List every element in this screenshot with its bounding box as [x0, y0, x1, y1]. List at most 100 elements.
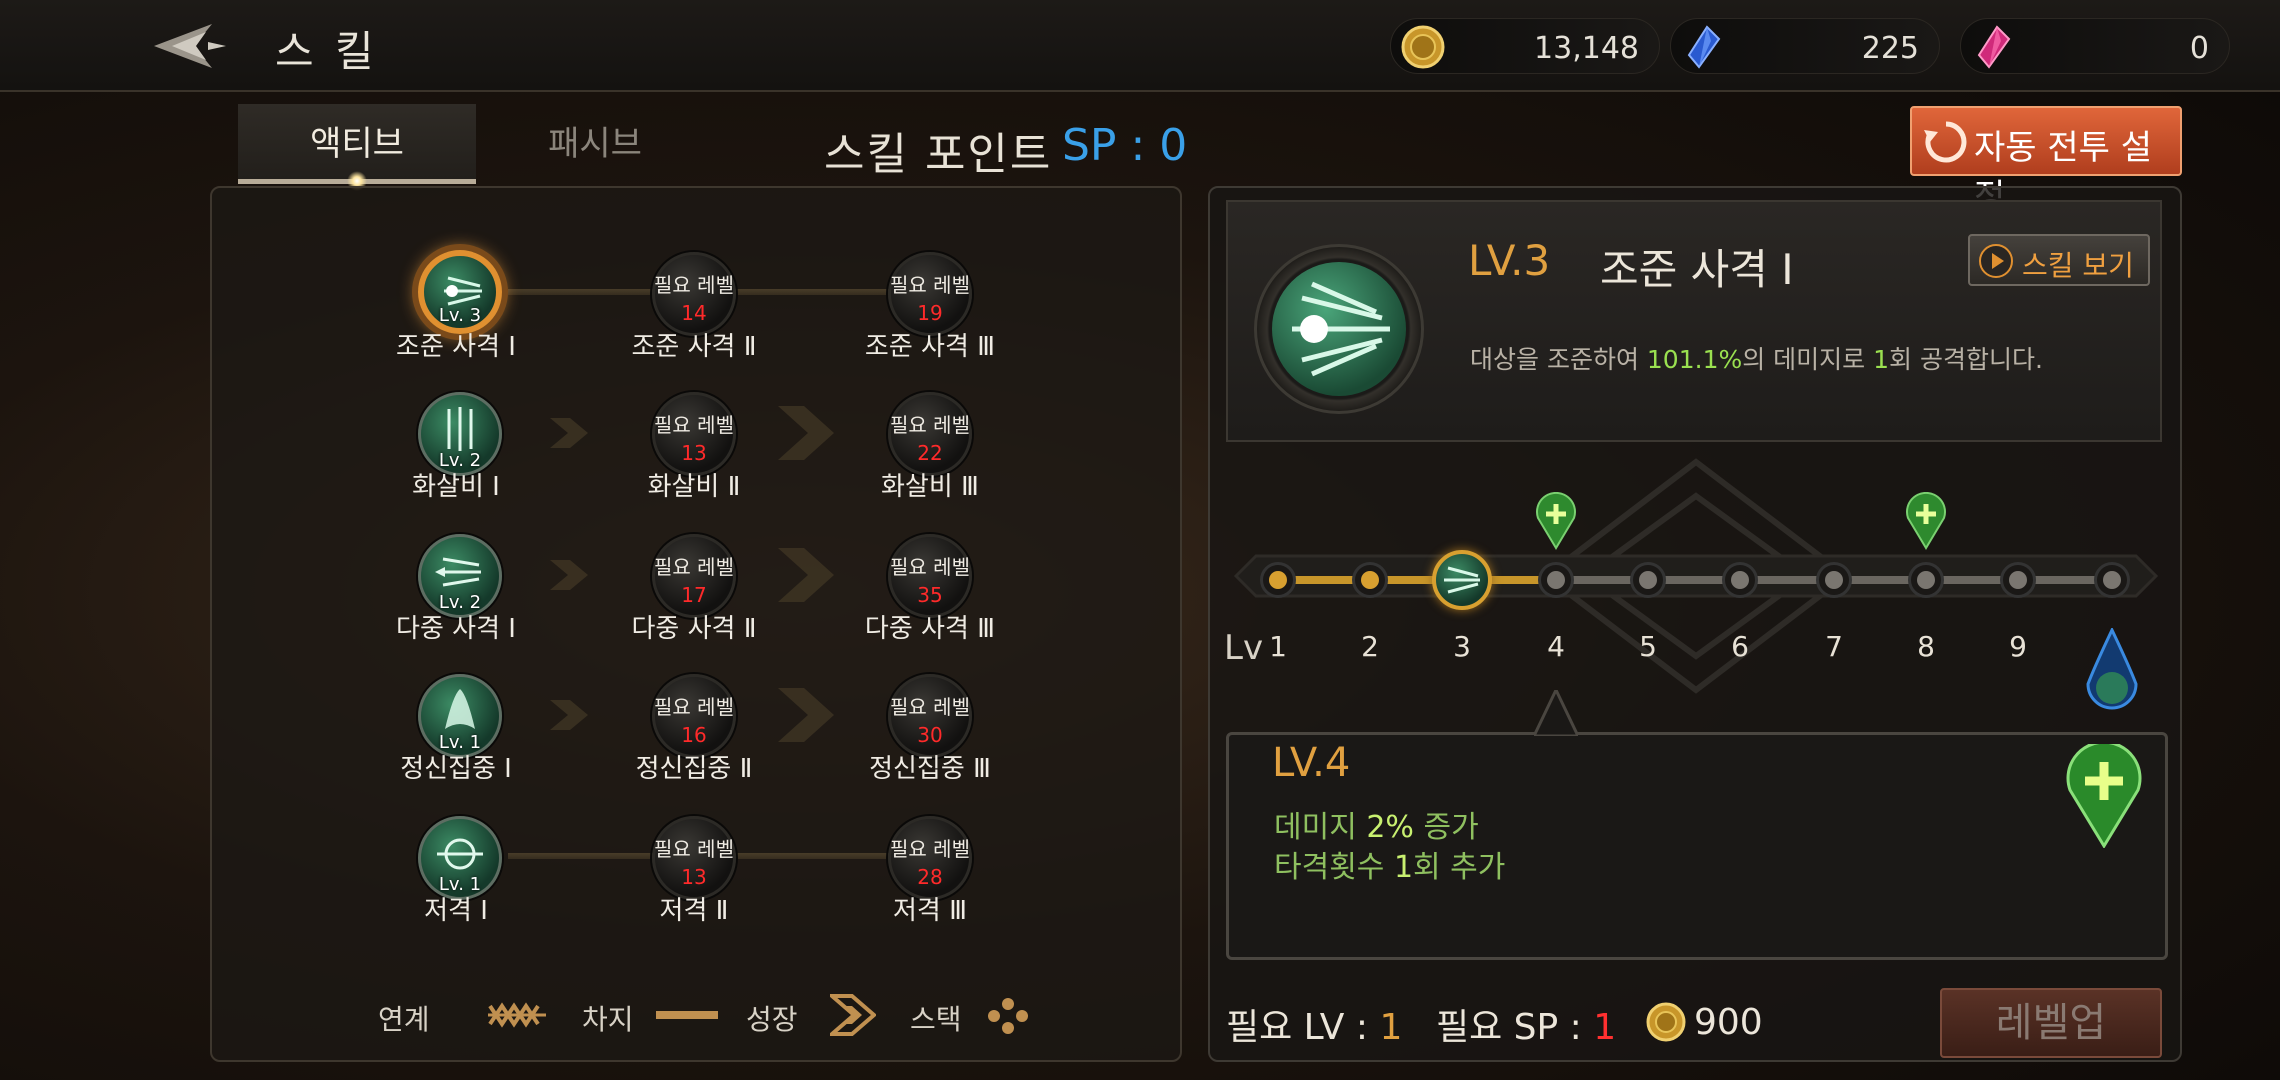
required-level: 필요 레벨 22: [871, 411, 989, 467]
skill-name: 저격 Ⅰ: [424, 896, 488, 926]
gold-coin-icon: [1646, 1002, 1686, 1042]
required-level-label: 필요 레벨: [654, 413, 734, 437]
required-sp-label: 필요 SP :: [1436, 1007, 1594, 1048]
view-skill-button[interactable]: 스킬 보기: [1968, 234, 2150, 286]
auto-battle-settings-button[interactable]: 자동 전투 설정: [1910, 106, 2182, 217]
desc-prefix: 대상을 조준하여: [1470, 345, 1647, 374]
skill-name: 다중 사격 Ⅰ: [396, 614, 516, 644]
skill-name: 정신집중 Ⅰ: [400, 754, 512, 784]
required-level-number: 13: [681, 441, 707, 465]
required-level-label: 필요 레벨: [654, 695, 734, 719]
level-dot-9[interactable]: [2000, 562, 2036, 598]
skill-node-multi-shot-3[interactable]: 필요 레벨 35: [888, 534, 972, 618]
level-up-button[interactable]: 레벨업: [1940, 988, 2162, 1058]
required-level: 필요 레벨 14: [635, 271, 753, 327]
level-number-9: 9: [2009, 630, 2027, 663]
required-level-number: 14: [681, 301, 707, 325]
skill-name: 조준 사격 Ⅱ: [631, 332, 757, 362]
required-level-number: 35: [917, 583, 943, 607]
skill-node-arrow-rain-2[interactable]: 필요 레벨 13: [652, 392, 736, 476]
skill-name: 조준 사격 Ⅲ: [864, 332, 996, 362]
level-dot-1[interactable]: [1260, 562, 1296, 598]
required-level-number: 28: [917, 865, 943, 889]
skill-node-snipe-1[interactable]: Lv. 1: [418, 816, 502, 900]
arrow-burst-icon: [1444, 566, 1480, 594]
bonus-pin-level-4-icon: [1536, 492, 1576, 550]
arrow-burst-icon: [1292, 281, 1390, 377]
desc-count: 1: [1873, 345, 1890, 374]
gold-amount: 13,148: [1534, 31, 1639, 66]
required-level-label: 필요 레벨: [890, 413, 970, 437]
level-dot-2[interactable]: [1352, 562, 1388, 598]
skill-node-aimed-shot-3[interactable]: 필요 레벨 19: [888, 252, 972, 336]
level-dot-8[interactable]: [1908, 562, 1944, 598]
level-number-5: 5: [1639, 630, 1657, 663]
required-level-number: 22: [917, 441, 943, 465]
skill-node-multi-shot-2[interactable]: 필요 레벨 17: [652, 534, 736, 618]
skill-node-concentration-3[interactable]: 필요 레벨 30: [888, 674, 972, 758]
skill-description: 대상을 조준하여 101.1%의 데미지로 1회 공격합니다.: [1470, 340, 2043, 376]
bonus-1-prefix: 데미지: [1274, 810, 1367, 845]
back-button[interactable]: [150, 18, 230, 74]
bonus-1-number: 2%: [1366, 810, 1414, 845]
skill-node-aimed-shot-1[interactable]: Lv. 3: [418, 250, 502, 334]
required-level: 필요 레벨 13: [635, 835, 753, 891]
next-level-bonus-2: 타격횟수 1회 추가: [1274, 842, 1505, 886]
level-dot-7[interactable]: [1816, 562, 1852, 598]
skill-node-concentration-1[interactable]: Lv. 1: [418, 674, 502, 758]
skill-node-arrow-rain-3[interactable]: 필요 레벨 22: [888, 392, 972, 476]
pointer-notch: [1534, 690, 1578, 736]
tab-passive-skills[interactable]: 패시브: [476, 104, 714, 184]
growth-arrow-small-row-4: [550, 700, 588, 730]
skill-level-label: Lv. 3: [438, 305, 482, 326]
tab-active-skills[interactable]: 액티브: [238, 104, 476, 191]
selected-skill-name: 조준 사격 Ⅰ: [1600, 245, 1794, 294]
level-dot-max[interactable]: [2094, 562, 2130, 598]
skill-points-label: 스킬 포인트: [824, 129, 1053, 180]
skill-name: 정신집중 Ⅱ: [635, 754, 753, 784]
skill-name: 저격 Ⅱ: [659, 896, 729, 926]
growth-arrow-small-row-3: [550, 560, 588, 590]
bonus-1-suffix: 증가: [1413, 810, 1479, 845]
skill-node-snipe-2[interactable]: 필요 레벨 13: [652, 816, 736, 900]
blue-crystal-icon: [1687, 25, 1721, 69]
required-level: 필요 레벨 19: [871, 271, 989, 327]
arrow-rain-icon: [447, 407, 473, 451]
level-number-1: 1: [1269, 630, 1287, 663]
current-level-marker[interactable]: [1432, 550, 1492, 610]
desc-mid: 의 데미지로: [1742, 345, 1874, 374]
required-level: 필요 레벨 28: [871, 835, 989, 891]
bonus-pin-level-8-icon: [1906, 492, 1946, 550]
skill-name: 화살비 Ⅰ: [412, 472, 500, 502]
skill-node-snipe-3[interactable]: 필요 레벨 28: [888, 816, 972, 900]
bonus-2-number: 1: [1393, 850, 1414, 885]
required-level-number: 30: [917, 723, 943, 747]
blue-drop-skill-icon: [2086, 628, 2138, 710]
required-sp-value: 1: [1593, 1007, 1617, 1048]
level-dot-5[interactable]: [1630, 562, 1666, 598]
next-level-bonus-1: 데미지 2% 증가: [1274, 802, 1479, 846]
growth-arrow-small-row-2: [550, 418, 588, 448]
stack-dots-icon: [988, 998, 1028, 1034]
required-level-number: 13: [681, 865, 707, 889]
required-level-label: 필요 레벨: [890, 555, 970, 579]
level-number-4: 4: [1547, 630, 1565, 663]
desc-percent: 101.1%: [1646, 345, 1743, 374]
blue-crystal-currency: 225: [1670, 18, 1940, 74]
growth-chevron-icon: [830, 994, 876, 1036]
required-level: 필요 레벨 13: [635, 411, 753, 467]
level-dot-6[interactable]: [1722, 562, 1758, 598]
gold-cost: 900: [1694, 1002, 1763, 1043]
skill-node-arrow-rain-1[interactable]: Lv. 2: [418, 392, 502, 476]
skill-node-concentration-2[interactable]: 필요 레벨 16: [652, 674, 736, 758]
required-sp-info: 필요 SP : 1: [1436, 998, 1616, 1050]
skill-node-aimed-shot-2[interactable]: 필요 레벨 14: [652, 252, 736, 336]
legend-growth-label: 성장: [746, 1003, 798, 1036]
pink-crystal-amount: 0: [2189, 31, 2209, 66]
skill-node-multi-shot-1[interactable]: Lv. 2: [418, 534, 502, 618]
desc-suffix: 회 공격합니다.: [1889, 345, 2043, 374]
skill-points-value: SP : 0: [1062, 120, 1188, 171]
level-dot-4[interactable]: [1538, 562, 1574, 598]
view-skill-label: 스킬 보기: [2022, 249, 2134, 282]
legend-chain-label: 연계: [378, 1003, 430, 1036]
